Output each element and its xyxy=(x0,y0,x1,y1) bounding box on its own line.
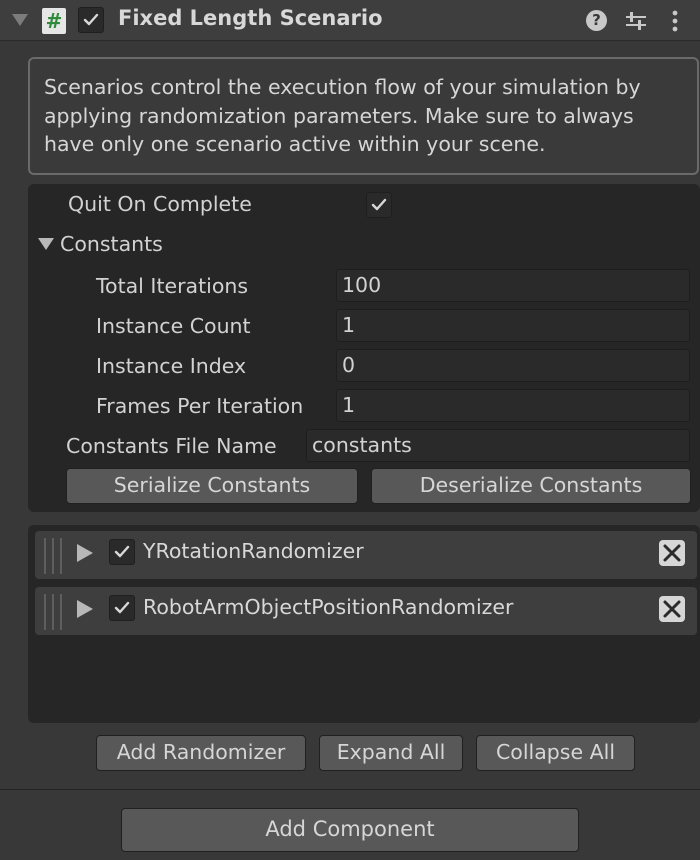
randomizers-panel: YRotationRandomizer RobotArmObjectPositi… xyxy=(28,525,700,723)
divider xyxy=(0,789,700,790)
foldout-triangle-down-icon[interactable] xyxy=(12,14,28,26)
help-box: Scenarios control the execution flow of … xyxy=(28,57,699,175)
instance-index-label: Instance Index xyxy=(96,354,247,378)
drag-handle-icon[interactable] xyxy=(52,538,54,574)
help-icon[interactable]: ? xyxy=(586,10,607,31)
presets-sliders-icon[interactable] xyxy=(624,9,648,33)
constants-foldout-triangle-down-icon[interactable] xyxy=(38,238,54,250)
quit-on-complete-label: Quit On Complete xyxy=(68,192,252,216)
randomizer-row[interactable]: RobotArmObjectPositionRandomizer xyxy=(35,587,697,635)
remove-close-icon[interactable] xyxy=(659,540,685,566)
drag-handle-icon[interactable] xyxy=(44,594,46,630)
randomizer-row[interactable]: YRotationRandomizer xyxy=(35,531,697,579)
script-icon: # xyxy=(42,8,66,34)
randomizer-enabled-checkbox[interactable] xyxy=(109,595,135,621)
instance-index-field[interactable]: 0 xyxy=(336,349,690,382)
collapse-all-button[interactable]: Collapse All xyxy=(476,735,635,771)
constants-foldout-label[interactable]: Constants xyxy=(60,232,163,256)
instance-count-field[interactable]: 1 xyxy=(336,309,690,342)
instance-count-label: Instance Count xyxy=(96,314,251,338)
randomizer-enabled-checkbox[interactable] xyxy=(109,539,135,565)
kebab-menu-icon[interactable] xyxy=(668,9,682,33)
checkmark-icon xyxy=(83,13,99,26)
frames-per-iteration-field[interactable]: 1 xyxy=(336,389,690,422)
constants-file-name-label: Constants File Name xyxy=(66,434,277,458)
serialize-constants-button[interactable]: Serialize Constants xyxy=(66,468,358,504)
add-component-button[interactable]: Add Component xyxy=(121,808,579,852)
remove-close-icon[interactable] xyxy=(659,596,685,622)
drag-handle-icon[interactable] xyxy=(60,594,62,630)
scenario-settings-panel: Quit On Complete Constants Total Iterati… xyxy=(28,184,700,512)
drag-handle-icon[interactable] xyxy=(60,538,62,574)
component-header: # Fixed Length Scenario ? xyxy=(0,0,700,41)
checkmark-icon xyxy=(114,545,130,558)
constants-file-name-field[interactable]: constants xyxy=(306,429,690,462)
help-text: Scenarios control the execution flow of … xyxy=(44,75,641,156)
drag-handle-icon[interactable] xyxy=(44,538,46,574)
component-title: Fixed Length Scenario xyxy=(118,6,383,30)
checkmark-icon xyxy=(371,198,387,211)
frames-per-iteration-label: Frames Per Iteration xyxy=(96,394,304,418)
randomizer-name: YRotationRandomizer xyxy=(143,539,364,563)
total-iterations-field[interactable]: 100 xyxy=(336,269,690,302)
add-randomizer-button[interactable]: Add Randomizer xyxy=(96,735,306,771)
expand-triangle-right-icon[interactable] xyxy=(77,544,93,562)
checkmark-icon xyxy=(114,601,130,614)
expand-all-button[interactable]: Expand All xyxy=(319,735,463,771)
expand-triangle-right-icon[interactable] xyxy=(77,600,93,618)
randomizer-name: RobotArmObjectPositionRandomizer xyxy=(143,595,514,619)
drag-handle-icon[interactable] xyxy=(52,594,54,630)
deserialize-constants-button[interactable]: Deserialize Constants xyxy=(371,468,691,504)
total-iterations-label: Total Iterations xyxy=(96,274,249,298)
component-enabled-checkbox[interactable] xyxy=(78,7,104,33)
quit-on-complete-checkbox[interactable] xyxy=(366,192,392,218)
